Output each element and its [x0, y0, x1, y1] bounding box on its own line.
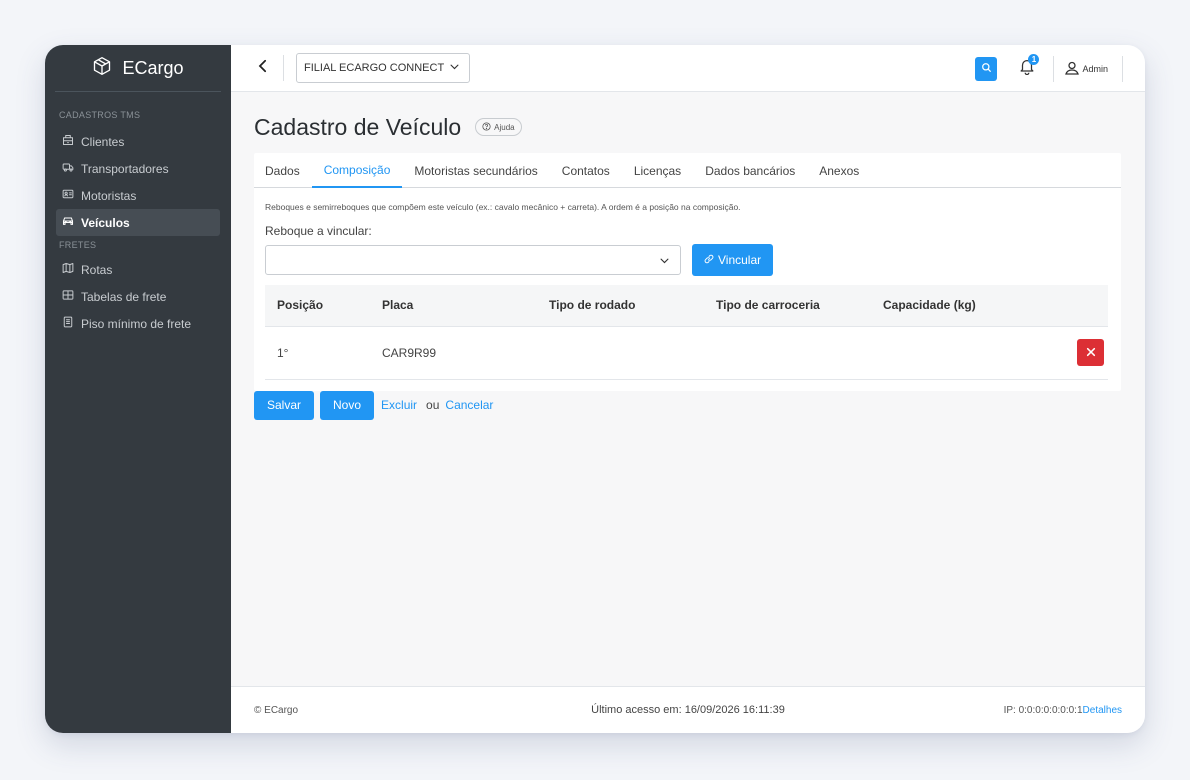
sidebar-item-label: Piso mínimo de frete — [81, 316, 192, 331]
sidebar-item-rotas[interactable]: Rotas — [56, 256, 220, 283]
vincular-button[interactable]: Vincular — [692, 244, 774, 276]
vehicle-card: Dados Composição Motoristas secundários … — [254, 153, 1121, 391]
car-icon — [62, 215, 74, 230]
user-icon — [1064, 60, 1080, 78]
composition-hint: Reboques e semirreboques que compõem est… — [265, 202, 741, 212]
vincular-label: Vincular — [718, 253, 762, 267]
ip-address: IP: 0:0:0:0:0:0:0:1 — [1003, 704, 1083, 716]
tab-composicao[interactable]: Composição — [311, 153, 403, 188]
question-circle-icon — [482, 121, 491, 133]
cell-actions — [1038, 326, 1108, 379]
cell-placa: CAR9R99 — [382, 345, 437, 360]
topbar: FILIAL ECARGO CONNECT 1 Admin — [231, 45, 1145, 92]
form-actions: Salvar Novo Excluir ou Cancelar — [254, 390, 1122, 420]
cancel-link[interactable]: Cancelar — [445, 398, 493, 412]
save-button[interactable]: Salvar — [254, 390, 315, 420]
sidebar: ECargo CADASTROS TMS Clientes Transporta… — [45, 45, 231, 733]
remove-trailer-button[interactable] — [1077, 339, 1104, 366]
column-header-tipo-carroceria[interactable]: Tipo de carroceria — [704, 285, 871, 326]
search-button[interactable] — [975, 56, 998, 81]
close-icon — [1086, 346, 1096, 360]
trailer-select[interactable] — [265, 245, 681, 275]
building-icon — [62, 134, 74, 149]
ip-info: IP: 0:0:0:0:0:0:0:1Detalhes — [1004, 705, 1122, 716]
or-text: ou — [426, 398, 440, 412]
branch-select-value: FILIAL ECARGO CONNECT — [304, 62, 445, 74]
sidebar-item-piso-minimo[interactable]: Piso mínimo de frete — [56, 310, 220, 337]
trailer-field-label: Reboque a vincular: — [265, 224, 372, 238]
brand-name: ECargo — [122, 57, 184, 78]
title-row: Cadastro de Veículo Ajuda — [254, 110, 1122, 144]
divider — [283, 55, 284, 81]
topbar-actions: 1 Admin — [975, 45, 1123, 92]
delete-link[interactable]: Excluir — [381, 398, 417, 412]
tab-contatos[interactable]: Contatos — [550, 153, 622, 188]
cell-tipo-rodado — [537, 326, 704, 379]
sidebar-item-tabelas-de-frete[interactable]: Tabelas de frete — [56, 283, 220, 310]
column-header-actions — [1038, 285, 1108, 326]
footer: © ECargo Último acesso em: 16/09/2026 16… — [231, 686, 1145, 733]
column-header-posicao[interactable]: Posição — [265, 285, 370, 326]
branch-select[interactable]: FILIAL ECARGO CONNECT — [296, 53, 471, 83]
tab-anexos[interactable]: Anexos — [807, 153, 871, 188]
sidebar-section-title: FRETES — [59, 240, 97, 250]
sidebar-item-label: Clientes — [81, 134, 125, 149]
table-header-row: Posição Placa Tipo de rodado Tipo de car… — [265, 285, 1108, 326]
sidebar-item-motoristas[interactable]: Motoristas — [56, 182, 220, 209]
column-header-capacidade[interactable]: Capacidade (kg) — [871, 285, 1038, 326]
help-label: Ajuda — [494, 122, 515, 132]
table-icon — [62, 289, 74, 304]
tab-dados-bancarios[interactable]: Dados bancários — [693, 153, 807, 188]
composition-table: Posição Placa Tipo de rodado Tipo de car… — [265, 285, 1108, 380]
search-icon — [981, 60, 992, 78]
cube-logo-icon — [92, 56, 112, 81]
cell-capacidade — [871, 326, 1038, 379]
user-menu[interactable]: Admin — [1064, 55, 1123, 82]
help-button[interactable]: Ajuda — [475, 118, 522, 136]
map-icon — [62, 262, 74, 277]
brand[interactable]: ECargo — [55, 45, 221, 92]
sidebar-item-transportadores[interactable]: Transportadores — [56, 155, 220, 182]
sidebar-item-label: Transportadores — [81, 161, 169, 176]
main-area: FILIAL ECARGO CONNECT 1 Admin Cadastro d… — [231, 45, 1145, 733]
divider — [1053, 55, 1055, 82]
back-button[interactable] — [253, 55, 273, 81]
sidebar-item-label: Rotas — [81, 262, 113, 277]
sidebar-item-label: Veículos — [81, 215, 130, 230]
details-link[interactable]: Detalhes — [1083, 705, 1122, 716]
chevron-down-icon — [449, 61, 460, 75]
composition-panel: Reboques e semirreboques que compõem est… — [254, 188, 1121, 391]
tab-motoristas-secundarios[interactable]: Motoristas secundários — [402, 153, 549, 188]
sidebar-item-veiculos[interactable]: Veículos — [56, 209, 220, 236]
tab-licencas[interactable]: Licenças — [622, 153, 693, 188]
cell-posicao: 1° — [277, 345, 289, 360]
page-title: Cadastro de Veículo — [254, 113, 462, 140]
app-window: ECargo CADASTROS TMS Clientes Transporta… — [45, 45, 1145, 733]
truck-icon — [62, 161, 74, 176]
column-header-placa[interactable]: Placa — [370, 285, 537, 326]
link-row: Vincular — [265, 244, 1110, 276]
tab-bar: Dados Composição Motoristas secundários … — [254, 153, 1121, 188]
user-name: Admin — [1082, 63, 1108, 74]
copyright: © ECargo — [254, 704, 299, 716]
sidebar-item-label: Tabelas de frete — [81, 289, 167, 304]
sidebar-item-label: Motoristas — [81, 188, 137, 203]
cell-tipo-carroceria — [704, 326, 871, 379]
notifications-button[interactable]: 1 — [1015, 53, 1040, 81]
sidebar-item-clientes[interactable]: Clientes — [56, 128, 220, 155]
chevron-left-icon — [256, 59, 270, 78]
content: Cadastro de Veículo Ajuda Dados Composiç… — [231, 92, 1145, 686]
document-icon — [62, 316, 74, 331]
id-card-icon — [62, 188, 74, 203]
new-button[interactable]: Novo — [320, 390, 375, 420]
notification-badge: 1 — [1028, 53, 1040, 65]
sidebar-section-title: CADASTROS TMS — [59, 110, 141, 120]
column-header-tipo-rodado[interactable]: Tipo de rodado — [537, 285, 704, 326]
tab-dados[interactable]: Dados — [265, 153, 312, 188]
table-row: 1° CAR9R99 — [265, 326, 1108, 379]
link-icon — [704, 253, 714, 267]
